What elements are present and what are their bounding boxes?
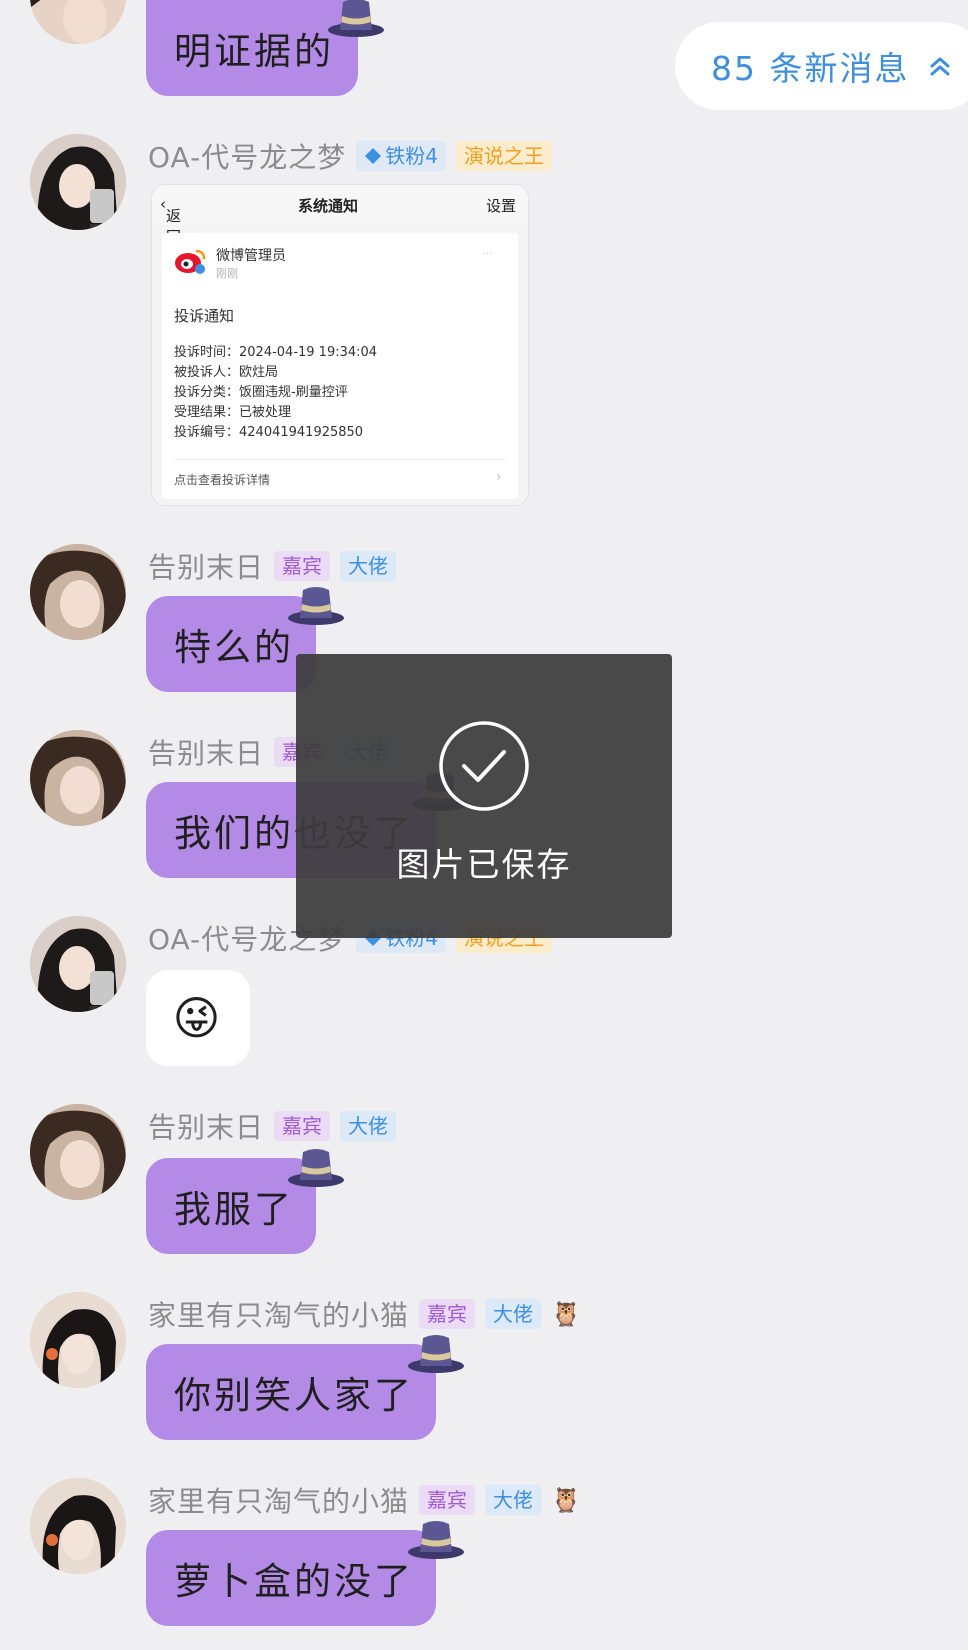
avatar[interactable]: [30, 916, 126, 1012]
diamond-icon: [365, 148, 382, 164]
avatar[interactable]: [30, 730, 126, 826]
owl-icon: 🦉: [551, 1486, 581, 1514]
divider: [174, 459, 506, 460]
image-line: 投诉编号：424041941925850: [174, 425, 364, 440]
guest-badge: 嘉宾: [274, 1111, 331, 1141]
weibo-logo-icon: [175, 249, 206, 274]
avatar[interactable]: [30, 1104, 126, 1200]
message-bubble[interactable]: 你别笑人家了: [146, 1344, 436, 1440]
message-text: 明证据的: [174, 30, 334, 73]
image-account-name: 微博管理员: [216, 248, 286, 264]
sender-name[interactable]: 告别末日: [148, 732, 264, 772]
chevron-right-icon: ›: [496, 469, 502, 485]
sender-name[interactable]: 家里有只淘气的小猫: [148, 1480, 409, 1520]
guest-badge: 嘉宾: [274, 551, 331, 581]
toast-text: 图片已保存: [396, 845, 572, 884]
fan-badge-label: 铁粉4: [385, 144, 438, 168]
saved-toast: 图片已保存: [296, 654, 672, 938]
boss-badge: 大佬: [340, 1111, 397, 1141]
message-text: 萝卜盒的没了: [174, 1560, 414, 1603]
new-messages-label: 85 条新消息: [711, 49, 910, 88]
speech-badge: 演说之王: [455, 141, 552, 171]
image-line: 受理结果：已被处理: [174, 405, 292, 420]
image-nav-bar: ‹ 返回 系统通知 设置: [152, 185, 528, 246]
new-messages-button[interactable]: 85 条新消息: [675, 22, 968, 110]
fan-badge: 铁粉4: [356, 141, 446, 171]
hat-icon: [288, 1149, 344, 1187]
image-notice-card: 微博管理员 刚刚 ··· 投诉通知 投诉时间：2024-04-19 19:34:…: [162, 233, 518, 499]
message-bubble[interactable]: 😜: [146, 970, 250, 1066]
image-back-label: ‹ 返回: [160, 195, 182, 246]
avatar[interactable]: [30, 0, 126, 44]
avatar[interactable]: [30, 1478, 126, 1574]
image-footer: 点击查看投诉详情: [174, 473, 271, 487]
image-line: 投诉时间：2024-04-19 19:34:04: [174, 345, 378, 360]
avatar[interactable]: [30, 544, 126, 640]
image-line: 被投诉人：欧炷局: [174, 365, 279, 380]
shared-image[interactable]: ‹ 返回 系统通知 设置 微博管理员 刚刚 ··· 投诉通知 投诉时间：2024…: [151, 184, 529, 506]
image-time-ago: 刚刚: [216, 267, 238, 280]
guest-badge: 嘉宾: [419, 1299, 476, 1329]
sender-name[interactable]: 告别末日: [148, 546, 264, 586]
double-chevron-up-icon: [930, 57, 950, 76]
avatar[interactable]: [30, 1292, 126, 1388]
guest-badge: 嘉宾: [419, 1485, 476, 1515]
sender-name[interactable]: OA-代号龙之梦: [148, 136, 346, 176]
sender-name[interactable]: 家里有只淘气的小猫: [148, 1294, 409, 1334]
boss-badge: 大佬: [485, 1299, 542, 1329]
hat-icon: [408, 1521, 464, 1559]
avatar[interactable]: [30, 134, 126, 230]
boss-badge: 大佬: [340, 551, 397, 581]
more-icon: ···: [482, 247, 493, 260]
owl-icon: 🦉: [551, 1300, 581, 1328]
image-line: 投诉分类：饭圈违规-刷量控评: [174, 385, 348, 400]
message-text: 我服了: [174, 1188, 294, 1231]
message-text: 特么的: [174, 626, 294, 669]
emoji-icon: 😜: [172, 991, 224, 1045]
boss-badge: 大佬: [485, 1485, 542, 1515]
hat-icon: [328, 0, 384, 37]
image-heading: 投诉通知: [174, 307, 235, 325]
sender-name[interactable]: 告别末日: [148, 1106, 264, 1146]
hat-icon: [408, 1335, 464, 1373]
image-settings-label: 设置: [486, 197, 517, 215]
image-title: 系统通知: [298, 197, 359, 215]
checkmark-circle-icon: [439, 721, 529, 811]
hat-icon: [288, 587, 344, 625]
message-text: 你别笑人家了: [174, 1374, 414, 1417]
message-bubble[interactable]: 萝卜盒的没了: [146, 1530, 436, 1626]
